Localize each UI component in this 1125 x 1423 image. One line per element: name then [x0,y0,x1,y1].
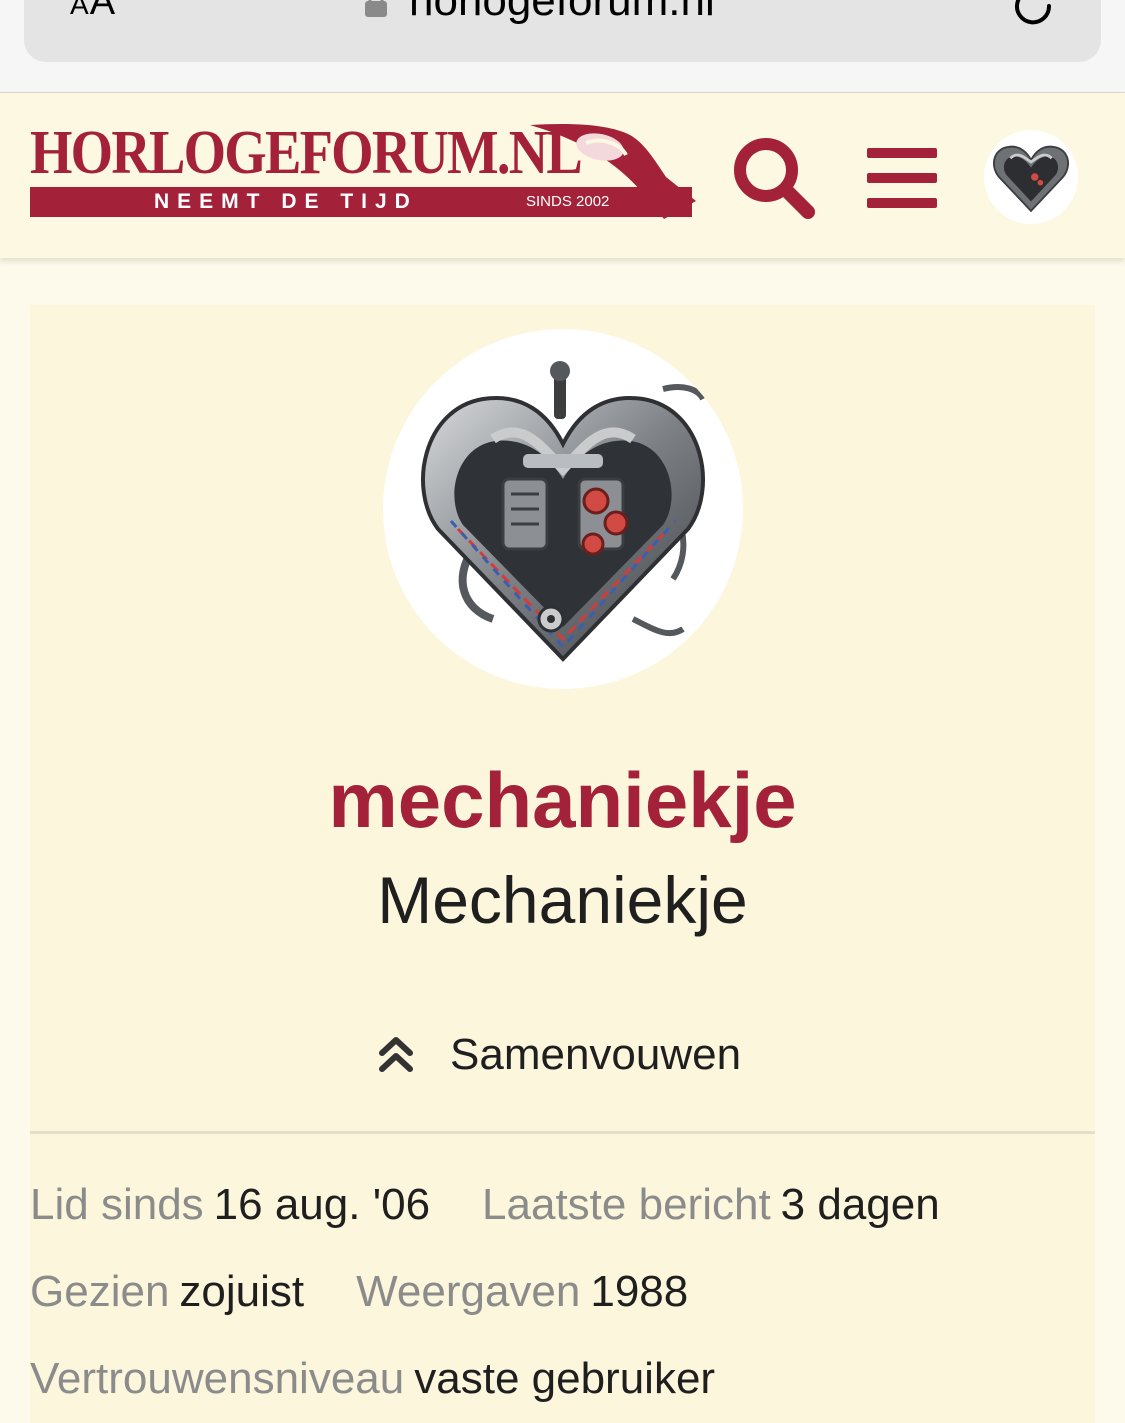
browser-toolbar: AA horlogeforum.nl [0,0,1125,93]
username: mechaniekje [328,756,797,844]
stats-row-1: Lid sinds 16 aug. '06 Laatste bericht 3 dag… [30,1177,940,1233]
site-header: HORLOGEFORUM.NL NEEMT DE TIJD SINDS 2002 [0,93,1125,258]
views-value: 1988 [590,1267,689,1316]
seen-label: Gezien [30,1267,170,1316]
profile-avatar[interactable] [383,329,743,689]
logo-tagline: NEEMT DE TIJD [154,190,418,213]
last-post-value[interactable]: 3 dagen [781,1180,940,1229]
profile-card: mechaniekje Mechaniekje Samenvouwen Lid … [30,305,1095,1423]
member-since-label: Lid sinds [30,1180,204,1229]
last-post-label: Laatste bericht [482,1180,771,1229]
trust-level-label: Vertrouwensniveau [30,1354,405,1403]
text-size-button[interactable]: AA [70,0,116,25]
hamburger-menu-icon[interactable] [862,143,942,213]
address-bar[interactable]: AA horlogeforum.nl [24,0,1101,62]
collapse-label: Samenvouwen [450,1030,742,1079]
divider [30,1131,1095,1134]
site-logo[interactable]: HORLOGEFORUM.NL NEEMT DE TIJD SINDS 2002 [30,121,700,231]
collapse-button[interactable]: Samenvouwen [376,1025,741,1085]
user-avatar[interactable] [984,130,1078,224]
stats-row-3: Vertrouwensniveau vaste gebruiker [30,1351,715,1407]
trust-level-value: vaste gebruiker [414,1354,716,1403]
pen-nib-icon [530,124,696,219]
mechanical-heart-icon [992,145,1070,213]
display-name: Mechaniekje [377,863,748,937]
logo-title: HORLOGEFORUM.NL [30,119,583,187]
url-text[interactable]: horlogeforum.nl [409,0,715,26]
reload-icon[interactable] [1009,0,1057,30]
member-since-value: 16 aug. '06 [213,1180,431,1229]
stats-row-2: Gezien zojuist Weergaven 1988 [30,1264,688,1320]
search-icon[interactable] [730,135,818,221]
views-label: Weergaven [356,1267,581,1316]
double-chevron-up-icon [379,1037,413,1072]
seen-value: zojuist [179,1267,305,1316]
lock-icon [365,0,387,17]
mechanical-heart-image [421,361,706,662]
